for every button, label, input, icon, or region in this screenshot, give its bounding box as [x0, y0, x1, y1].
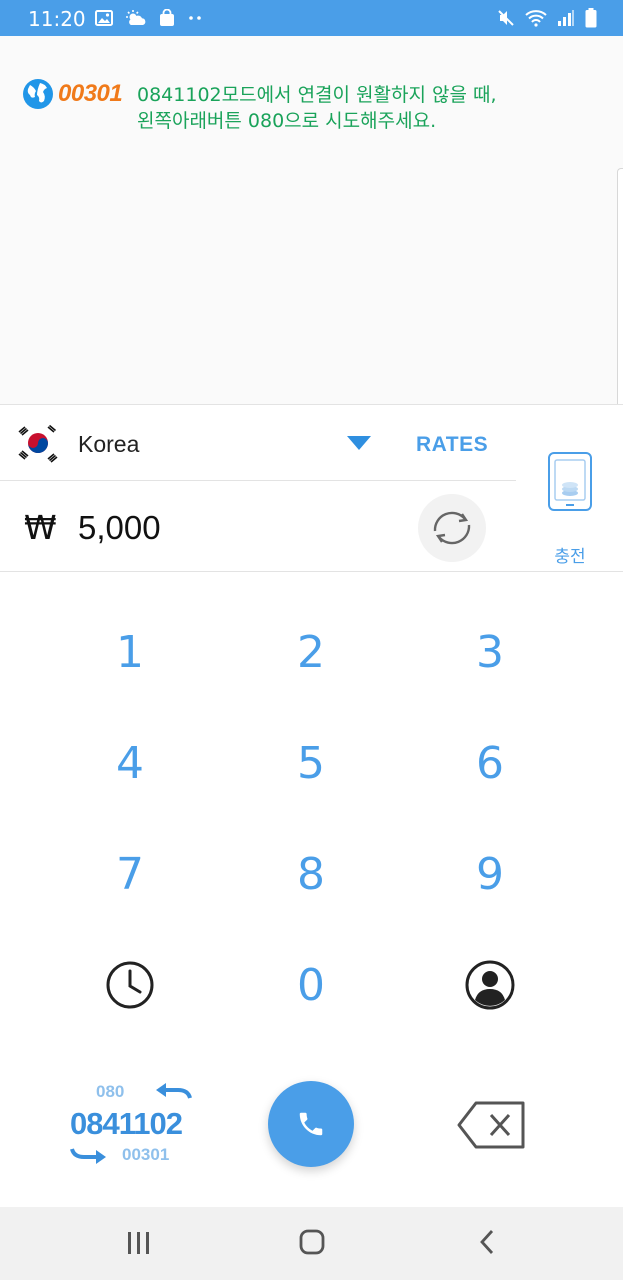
shopping-bag-icon	[160, 9, 174, 26]
mute-icon	[498, 10, 514, 26]
refresh-icon	[433, 511, 471, 545]
key-0[interactable]: 0	[251, 940, 371, 1030]
notice-text: 0841102모드에서 연결이 원활하지 않을 때, 왼쪽아래버튼 080으로 …	[137, 82, 497, 134]
notice-line-1: 0841102모드에서 연결이 원활하지 않을 때,	[137, 84, 497, 106]
arrow-left-icon	[156, 1083, 192, 1099]
call-button[interactable]	[268, 1081, 354, 1167]
notice-line-2: 왼쪽아래버튼 080으로 시도해주세요.	[137, 110, 437, 132]
key-6[interactable]: 6	[430, 718, 550, 808]
side-panel-handle[interactable]	[617, 168, 623, 413]
weather-icon	[126, 10, 146, 25]
backspace-icon	[457, 1101, 525, 1149]
globe-icon	[23, 79, 53, 109]
back-icon[interactable]	[478, 1229, 496, 1255]
brand-logo-text: 00301	[58, 80, 123, 107]
refresh-balance-button[interactable]	[418, 494, 486, 562]
charge-button[interactable]: 충전	[536, 450, 604, 567]
country-selector[interactable]: Korea RATES	[0, 405, 516, 481]
rates-button[interactable]: RATES	[416, 433, 488, 457]
korea-flag-icon	[15, 423, 61, 463]
call-history-button[interactable]	[70, 940, 190, 1030]
key-2[interactable]: 2	[251, 607, 371, 697]
key-9[interactable]: 9	[430, 829, 550, 919]
system-nav-bar	[0, 1207, 623, 1280]
key-7[interactable]: 7	[70, 829, 190, 919]
wifi-icon	[525, 10, 547, 27]
currency-symbol: ₩	[24, 508, 57, 547]
recent-apps-icon[interactable]	[126, 1231, 152, 1255]
notice-banner: 00301 0841102모드에서 연결이 원활하지 않을 때, 왼쪽아래버튼 …	[0, 36, 623, 404]
mode-switch-button[interactable]: 080 0841102 00301	[62, 1078, 202, 1170]
battery-icon	[585, 8, 597, 28]
image-icon	[95, 10, 113, 26]
balance-amount: 5,000	[78, 509, 161, 546]
chevron-down-icon[interactable]	[347, 436, 371, 450]
status-bar: 11:20	[0, 0, 623, 36]
mode-080-label: 080	[96, 1082, 125, 1101]
mode-0841102-label: 0841102	[70, 1106, 183, 1141]
country-name: Korea	[78, 431, 140, 457]
backspace-button[interactable]	[456, 1100, 528, 1150]
signal-icon	[558, 10, 574, 26]
mode-00301-label: 00301	[122, 1145, 170, 1164]
contacts-button[interactable]	[430, 940, 550, 1030]
key-5[interactable]: 5	[251, 718, 371, 808]
more-dots-icon	[189, 16, 201, 20]
clock-icon	[106, 961, 154, 1009]
phone-icon	[299, 1112, 323, 1136]
key-1[interactable]: 1	[70, 607, 190, 697]
key-4[interactable]: 4	[70, 718, 190, 808]
home-icon[interactable]	[299, 1229, 325, 1255]
key-8[interactable]: 8	[251, 829, 371, 919]
phone-coins-icon	[548, 452, 592, 511]
contact-icon	[465, 960, 515, 1010]
arrow-right-icon	[70, 1148, 106, 1164]
balance-row: ₩ 5,000	[0, 482, 516, 572]
charge-label: 충전	[554, 547, 586, 567]
status-time: 11:20	[28, 7, 86, 31]
key-3[interactable]: 3	[430, 607, 550, 697]
account-panel: Korea RATES ₩ 5,000	[0, 404, 623, 572]
